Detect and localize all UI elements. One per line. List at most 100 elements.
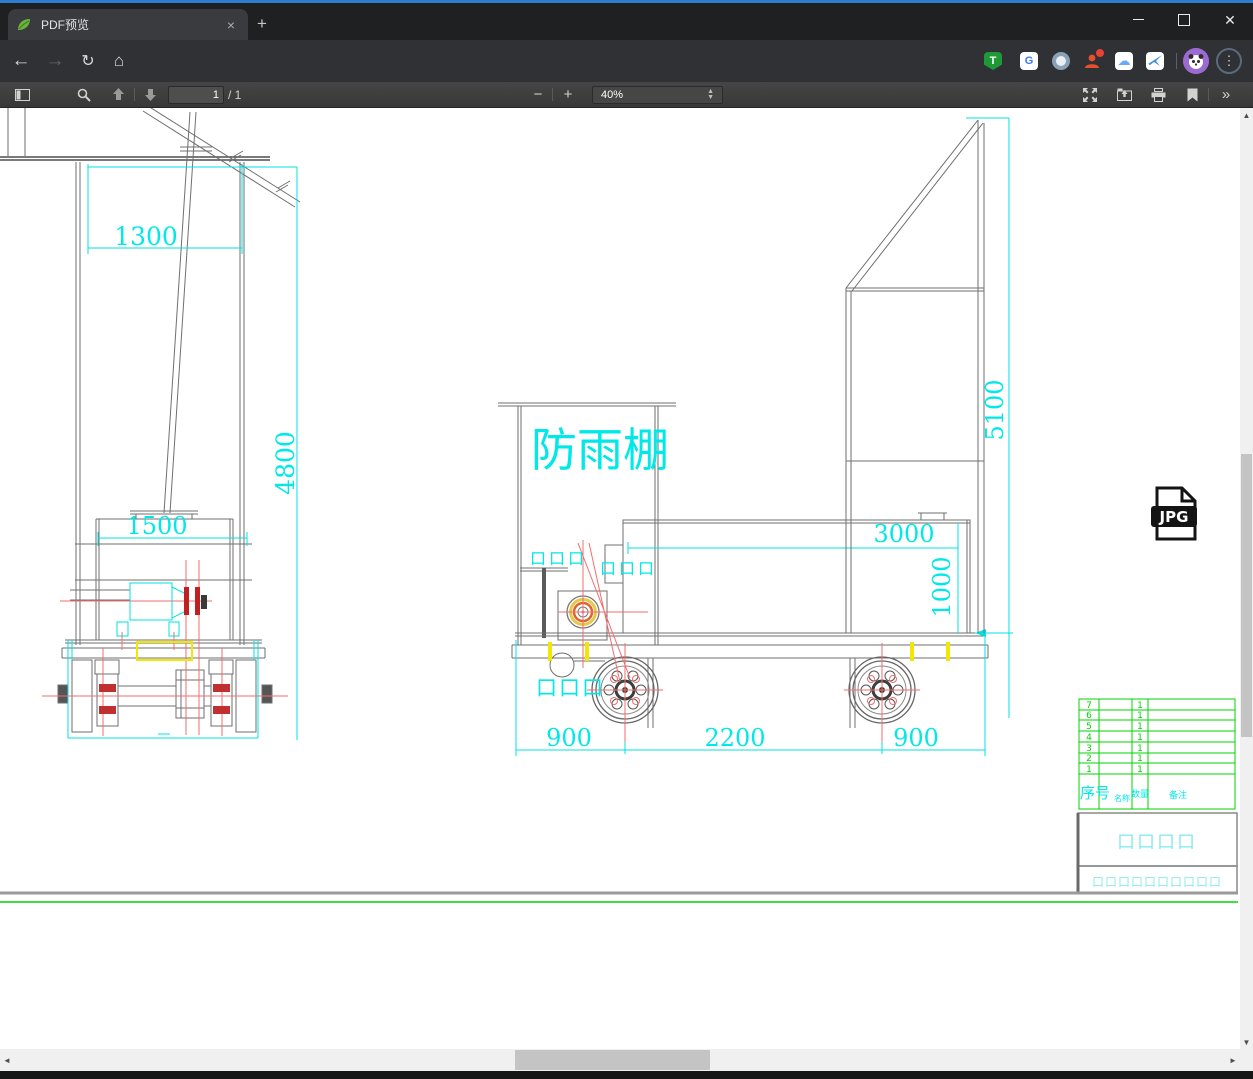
scrollbar-corner bbox=[1240, 1049, 1253, 1071]
print-button[interactable] bbox=[1146, 82, 1170, 107]
sidebar-toggle-button[interactable] bbox=[10, 82, 34, 107]
bom-header-notes: 备注 bbox=[1169, 789, 1187, 801]
pdf-toolbar-separator3 bbox=[1208, 88, 1209, 101]
select-spinner-icon: ▲ ▼ bbox=[707, 88, 714, 101]
spring-leaf-favicon bbox=[18, 18, 30, 30]
alert-extension-icon[interactable] bbox=[1083, 48, 1105, 70]
arrow-up-icon bbox=[112, 88, 124, 100]
bom-header-name: 名称 bbox=[1114, 793, 1130, 803]
ring-extension-icon[interactable] bbox=[1052, 52, 1070, 70]
dim-3000: 3000 bbox=[873, 520, 934, 548]
bom-row-2: 2 bbox=[1086, 754, 1092, 764]
zoom-in-button[interactable]: + bbox=[558, 82, 578, 107]
browser-window: PDF预览 × + ✕ ← → ↻ ⌂ i localhost:8012/onl… bbox=[0, 0, 1253, 1079]
bom-qty: 1 bbox=[1137, 711, 1143, 721]
titlebar: PDF预览 × + ✕ bbox=[0, 3, 1253, 40]
title-block-table: 7 6 5 4 3 2 1 1 1 1 1 1 1 1 序号 名称 数量 备注 bbox=[1078, 698, 1236, 810]
bom-header-seq: 序号 bbox=[1080, 784, 1110, 802]
dim-1500: 1500 bbox=[126, 512, 187, 540]
nav-toolbar: ← → ↻ ⌂ i localhost:8012/onlinePreview?u… bbox=[0, 40, 1253, 116]
close-button[interactable]: ✕ bbox=[1207, 3, 1253, 36]
sidebar-toggle-icon bbox=[14, 88, 30, 101]
bom-row-7: 7 bbox=[1086, 701, 1092, 711]
more-tools-button[interactable]: » bbox=[1214, 82, 1238, 107]
horizontal-scroll-thumb[interactable] bbox=[515, 1050, 710, 1070]
bird-extension-icon[interactable] bbox=[1146, 52, 1164, 70]
browser-tab[interactable]: PDF预览 × bbox=[8, 9, 248, 40]
open-file-button[interactable] bbox=[1112, 82, 1136, 107]
back-button[interactable]: ← bbox=[6, 40, 36, 82]
tampermonkey-extension-icon[interactable]: T bbox=[984, 52, 1002, 70]
profile-avatar[interactable] bbox=[1183, 48, 1209, 74]
front-view-structure bbox=[0, 108, 301, 733]
plus-icon: + bbox=[563, 86, 573, 103]
zoom-level-select[interactable]: 40% ▲ ▼ bbox=[592, 86, 723, 104]
pdf-toolbar: / 1 − + 40% ▲▼ » bbox=[0, 82, 1253, 108]
jpg-file-icon: JPG bbox=[1151, 486, 1197, 541]
window-controls: ✕ bbox=[1115, 3, 1253, 40]
translate-extension-icon[interactable]: G bbox=[1020, 52, 1038, 70]
maximize-button[interactable] bbox=[1161, 3, 1207, 36]
dim-900-right: 900 bbox=[893, 724, 939, 752]
bom-row-3: 3 bbox=[1086, 744, 1092, 754]
open-file-icon bbox=[1116, 88, 1132, 101]
bom-row-4: 4 bbox=[1086, 733, 1092, 743]
scroll-down-arrow[interactable]: ▼ bbox=[1240, 1035, 1253, 1049]
dim-2200: 2200 bbox=[704, 724, 765, 752]
next-page-button[interactable] bbox=[138, 82, 162, 107]
horizontal-scrollbar[interactable]: ◄ ► bbox=[0, 1049, 1240, 1071]
browser-menu-button[interactable]: ⋮ bbox=[1216, 48, 1242, 74]
title-block-title-box: 口口口口 口口口口口口口口口口 bbox=[1076, 812, 1238, 894]
cad-drawing: 1300 4800 1500 防雨棚 3000 1000 900 2200 90… bbox=[0, 108, 1238, 903]
search-icon bbox=[77, 88, 91, 102]
previous-page-button[interactable] bbox=[106, 82, 130, 107]
bom-qty: 1 bbox=[1137, 722, 1143, 732]
bom-row-1: 1 bbox=[1086, 765, 1092, 775]
arrow-down-icon bbox=[144, 89, 156, 101]
bookmark-button[interactable] bbox=[1180, 82, 1204, 107]
dim-1000: 1000 bbox=[928, 556, 956, 617]
print-icon bbox=[1151, 87, 1165, 102]
search-button[interactable] bbox=[72, 82, 96, 107]
new-tab-button[interactable]: + bbox=[257, 15, 267, 32]
cloud-icon: ☁ bbox=[1117, 53, 1131, 68]
bom-qty: 1 bbox=[1137, 765, 1143, 775]
scroll-left-arrow[interactable]: ◄ bbox=[0, 1049, 14, 1071]
small-label-c: 口口口 bbox=[536, 676, 605, 700]
pdf-page: 1300 4800 1500 防雨棚 3000 1000 900 2200 90… bbox=[0, 108, 1240, 1049]
home-button[interactable]: ⌂ bbox=[104, 40, 134, 82]
bom-header-qty: 数量 bbox=[1131, 788, 1149, 800]
page-number-input[interactable] bbox=[168, 86, 224, 104]
page-count-label: / 1 bbox=[228, 88, 242, 102]
notification-badge bbox=[1095, 48, 1105, 58]
tampermonkey-letter: T bbox=[989, 55, 997, 67]
minus-icon: − bbox=[533, 86, 543, 103]
reload-button[interactable]: ↻ bbox=[73, 40, 103, 82]
forward-button[interactable]: → bbox=[40, 40, 70, 82]
small-label-b: 口口口 bbox=[600, 559, 657, 578]
dim-4800: 4800 bbox=[271, 431, 300, 495]
tab-close-icon[interactable]: × bbox=[222, 17, 240, 33]
jpg-label: JPG bbox=[1159, 508, 1189, 526]
toolbar-divider bbox=[1176, 53, 1177, 69]
chevron-double-right-icon: » bbox=[1221, 86, 1231, 103]
minimize-button[interactable] bbox=[1115, 3, 1161, 36]
zoom-out-button[interactable]: − bbox=[528, 82, 548, 107]
vertical-scroll-thumb[interactable] bbox=[1241, 454, 1252, 737]
minimize-icon bbox=[1132, 19, 1144, 20]
scroll-right-arrow[interactable]: ► bbox=[1226, 1049, 1240, 1071]
bom-row-5: 5 bbox=[1086, 722, 1092, 732]
zoom-level-value: 40% bbox=[601, 89, 624, 101]
presentation-mode-button[interactable] bbox=[1078, 82, 1102, 107]
cloud-extension-icon[interactable]: ☁ bbox=[1115, 52, 1133, 70]
vertical-scrollbar[interactable]: ▲ ▼ bbox=[1240, 108, 1253, 1049]
bom-qty: 1 bbox=[1137, 733, 1143, 743]
scroll-up-arrow[interactable]: ▲ bbox=[1240, 108, 1253, 122]
shelter-label: 防雨棚 bbox=[531, 423, 669, 477]
window-bottom-edge bbox=[0, 1071, 1253, 1079]
pdf-toolbar-separator2 bbox=[552, 88, 553, 101]
front-view-dimension-labels: 1300 4800 1500 bbox=[114, 222, 300, 540]
bom-row-6: 6 bbox=[1086, 711, 1092, 721]
panda-icon bbox=[1183, 48, 1209, 74]
bird-icon bbox=[1148, 55, 1162, 66]
